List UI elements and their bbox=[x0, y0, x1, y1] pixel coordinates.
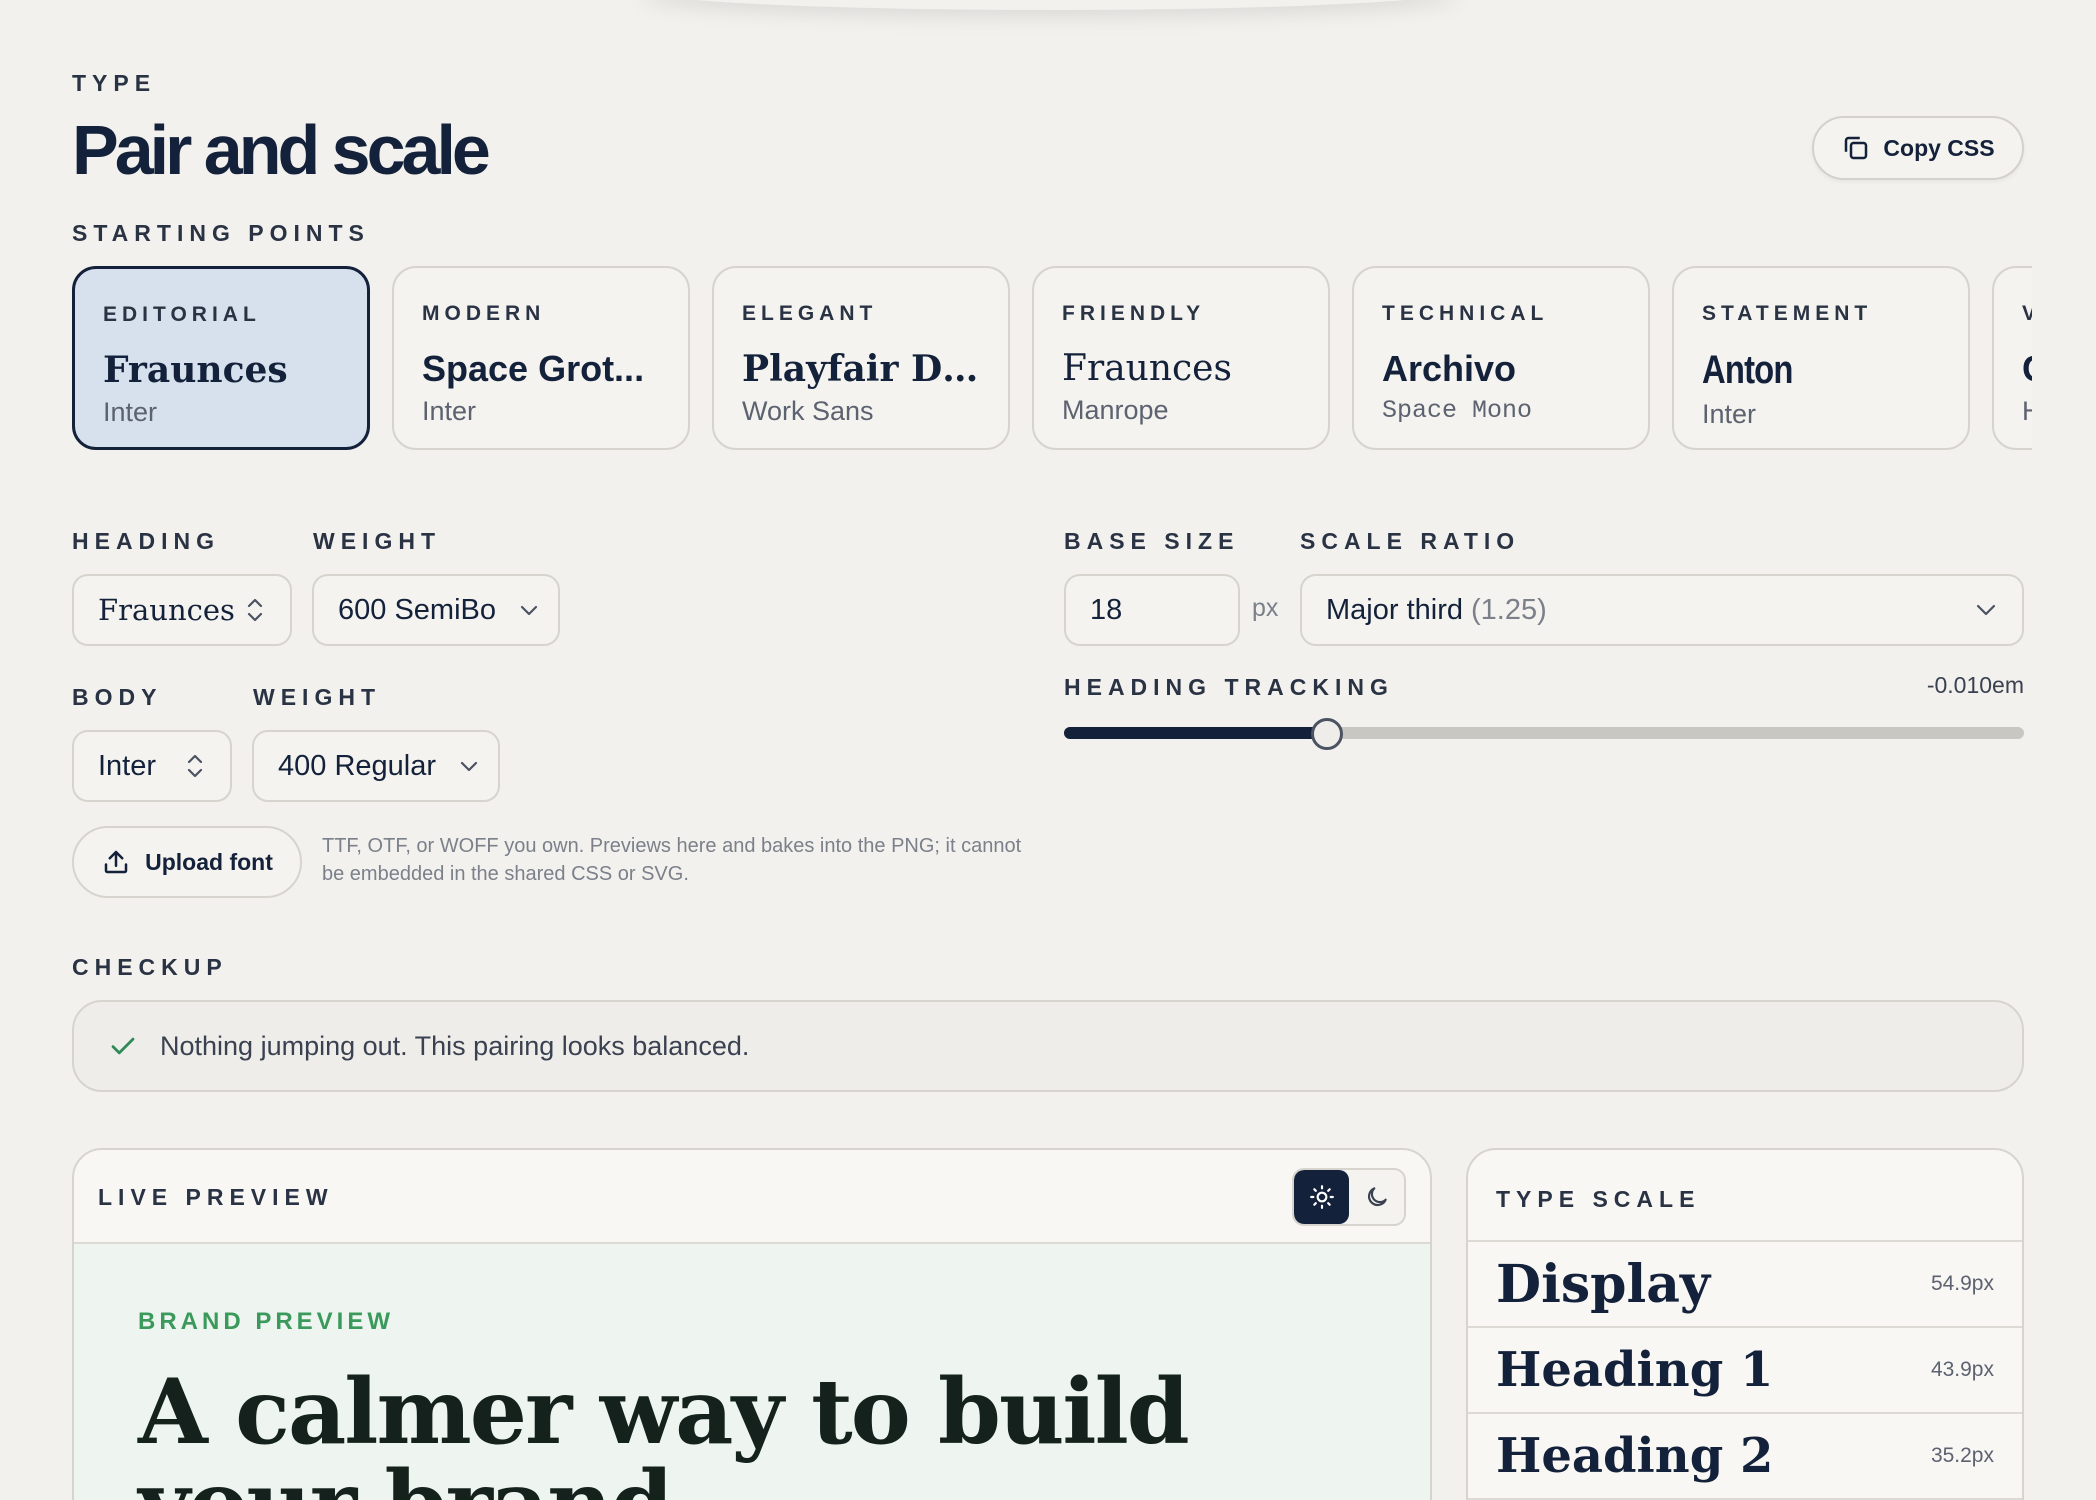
preset-friendly[interactable]: FRIENDLY Fraunces Manrope bbox=[1032, 266, 1330, 450]
checkup-message: Nothing jumping out. This pairing looks … bbox=[160, 1030, 750, 1061]
moon-icon bbox=[1367, 1187, 1387, 1207]
live-preview-header: LIVE PREVIEW bbox=[74, 1150, 1430, 1244]
type-scale-panel: TYPE SCALE Display 54.9px Heading 1 43.9… bbox=[1466, 1148, 2024, 1500]
body-weight-select[interactable]: 400 Regular bbox=[252, 730, 500, 802]
preset-heading-font: Playfair Dis... bbox=[742, 348, 982, 390]
theme-toggle bbox=[1292, 1168, 1406, 1226]
preset-name: STATEMENT bbox=[1702, 302, 1873, 325]
copy-icon bbox=[1845, 136, 1868, 160]
chevron-down-icon bbox=[518, 602, 540, 618]
scale-size: 43.9px bbox=[1930, 1358, 1994, 1381]
section-eyebrow: TYPE bbox=[72, 70, 157, 96]
preset-heading-font: Fraunces bbox=[1062, 348, 1232, 389]
base-size-unit: px bbox=[1252, 594, 1279, 622]
scale-name: Heading 2 bbox=[1496, 1428, 1774, 1484]
scale-name: Heading 1 bbox=[1496, 1342, 1774, 1398]
preset-body-font: Work Sans bbox=[742, 396, 874, 426]
type-scale-header: TYPE SCALE bbox=[1468, 1150, 2022, 1242]
preset-name: MODERN bbox=[422, 302, 546, 325]
sun-icon bbox=[1309, 1185, 1334, 1209]
upload-icon bbox=[104, 850, 128, 874]
scale-ratio-select[interactable]: Major third (1.25) bbox=[1300, 574, 2024, 646]
preset-heading-font: Fraunces bbox=[103, 349, 288, 391]
light-theme-button[interactable] bbox=[1294, 1170, 1349, 1224]
type-scale-row: Heading 1 43.9px bbox=[1468, 1328, 2022, 1414]
preset-elegant[interactable]: ELEGANT Playfair Dis... Work Sans bbox=[712, 266, 1010, 450]
check-icon bbox=[111, 1037, 135, 1055]
body-weight-value: 400 Regular bbox=[278, 749, 436, 782]
scale-size: 54.9px bbox=[1930, 1272, 1994, 1295]
upload-font-label: Upload font bbox=[145, 848, 273, 875]
preset-body-font: H bbox=[2022, 396, 2032, 427]
base-size-input[interactable]: 18 bbox=[1064, 574, 1240, 646]
dark-theme-button[interactable] bbox=[1349, 1170, 1404, 1224]
upload-note: TTF, OTF, or WOFF you own. Previews here… bbox=[322, 835, 1022, 885]
sort-icon bbox=[244, 595, 266, 625]
type-scale-row: Heading 2 35.2px bbox=[1468, 1414, 2022, 1500]
brand-preview-headline: A calmer way to build your brand bbox=[138, 1359, 1190, 1500]
tracking-slider-fill bbox=[1064, 727, 1328, 739]
chevron-down-icon bbox=[1974, 602, 1998, 618]
preset-editorial[interactable]: EDITORIAL Fraunces Inter bbox=[72, 266, 370, 450]
preset-heading-font: Archivo bbox=[1382, 348, 1517, 389]
copy-css-label: Copy CSS bbox=[1883, 134, 1995, 161]
preset-body-font: Inter bbox=[422, 396, 477, 426]
checkup-label: CHECKUP bbox=[72, 954, 228, 980]
preset-name: TECHNICAL bbox=[1382, 302, 1549, 325]
sort-icon bbox=[184, 751, 206, 781]
preset-heading-font: Anton bbox=[1702, 348, 1793, 392]
preset-strip: EDITORIAL Fraunces Inter MODERN Space Gr… bbox=[72, 266, 2032, 450]
preset-body-font: Manrope bbox=[1062, 395, 1169, 425]
heading-tracking-value: -0.010em bbox=[1926, 672, 2024, 698]
live-preview-panel: LIVE PREVIEW BRAND PREVIEW A calmer way … bbox=[72, 1148, 1432, 1500]
scale-ratio-label: SCALE RATIO bbox=[1300, 528, 1521, 554]
tracking-slider-handle[interactable] bbox=[1311, 718, 1344, 750]
preset-body-font: Inter bbox=[103, 397, 158, 427]
body-label: BODY bbox=[72, 684, 163, 710]
top-shadow bbox=[640, 0, 1460, 10]
preset-name: EDITORIAL bbox=[103, 303, 261, 326]
page-title: Pair and scale bbox=[72, 111, 491, 189]
body-font-select[interactable]: Inter bbox=[72, 730, 232, 802]
heading-weight-value: 600 SemiBo bbox=[338, 593, 496, 626]
body-weight-label: WEIGHT bbox=[253, 684, 381, 710]
preset-technical[interactable]: TECHNICAL Archivo Space Mono bbox=[1352, 266, 1650, 450]
heading-weight-label: WEIGHT bbox=[313, 528, 441, 554]
heading-weight-select[interactable]: 600 SemiBo bbox=[312, 574, 560, 646]
scale-size: 35.2px bbox=[1930, 1444, 1994, 1467]
preset-heading-font: C bbox=[2022, 348, 2032, 390]
base-size-value: 18 bbox=[1090, 593, 1123, 626]
scale-name: Display bbox=[1496, 1253, 1711, 1315]
heading-tracking-label: HEADING TRACKING bbox=[1064, 674, 1394, 700]
preset-statement[interactable]: STATEMENT Anton Inter bbox=[1672, 266, 1970, 450]
preset-partial[interactable]: V C H bbox=[1992, 266, 2032, 450]
preset-heading-font: Space Grot... bbox=[422, 348, 645, 389]
preset-body-font: Inter bbox=[1702, 399, 1757, 429]
starting-points-label: STARTING POINTS bbox=[72, 220, 370, 246]
scale-ratio-name: Major third bbox=[1326, 593, 1463, 626]
type-scale-row: Display 54.9px bbox=[1468, 1242, 2022, 1328]
preset-body-font: Space Mono bbox=[1382, 396, 1533, 425]
heading-label: HEADING bbox=[72, 528, 221, 554]
live-preview-label: LIVE PREVIEW bbox=[98, 1184, 334, 1210]
scale-ratio-value: (1.25) bbox=[1471, 593, 1547, 626]
base-size-label: BASE SIZE bbox=[1064, 528, 1240, 554]
brand-preview-area: BRAND PREVIEW A calmer way to build your… bbox=[74, 1244, 1430, 1500]
upload-font-button[interactable]: Upload font bbox=[72, 826, 302, 898]
heading-font-select[interactable]: Fraunces bbox=[72, 574, 292, 646]
checkup-banner: Nothing jumping out. This pairing looks … bbox=[72, 1000, 2024, 1092]
brand-preview-eyebrow: BRAND PREVIEW bbox=[138, 1308, 395, 1335]
preset-modern[interactable]: MODERN Space Grot... Inter bbox=[392, 266, 690, 450]
preset-name: ELEGANT bbox=[742, 302, 878, 325]
heading-font-value: Fraunces bbox=[98, 593, 235, 627]
preset-name: FRIENDLY bbox=[1062, 302, 1206, 325]
body-font-value: Inter bbox=[98, 749, 157, 782]
preset-name: V bbox=[2022, 302, 2032, 326]
copy-css-button[interactable]: Copy CSS bbox=[1812, 116, 2024, 180]
chevron-down-icon bbox=[458, 758, 480, 774]
type-scale-label: TYPE SCALE bbox=[1496, 1186, 1701, 1212]
